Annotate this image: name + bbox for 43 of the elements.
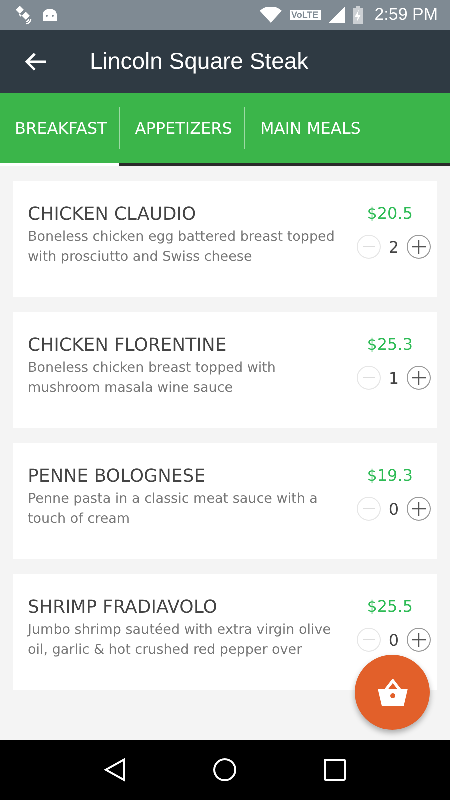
- category-tab[interactable]: MAIN MEALS: [245, 93, 373, 166]
- dish-price: $25.5: [367, 596, 413, 618]
- battery-icon: [352, 6, 363, 24]
- status-time: 2:59 PM: [374, 5, 438, 25]
- increase-button[interactable]: [407, 235, 431, 259]
- minus-icon: [363, 639, 375, 641]
- category-tab[interactable]: APPETIZERS: [120, 93, 244, 166]
- minus-icon: [363, 246, 375, 248]
- quantity-value: 2: [388, 238, 400, 256]
- dish-price: $19.3: [367, 465, 413, 487]
- dish-description: Jumbo shrimp sautéed with extra virgin olive oil, garlic & hot crushed red pepper over: [28, 621, 332, 660]
- quantity-value: 0: [388, 630, 400, 650]
- home-icon[interactable]: [212, 758, 237, 782]
- basket-icon: [376, 678, 408, 706]
- screen-title: Lincoln Square Steak: [90, 48, 309, 75]
- dish-description: Penne pasta in a classic meat sauce with a touch of cream: [28, 490, 319, 529]
- quantity-value: 0: [388, 500, 400, 518]
- back-arrow-icon[interactable]: [25, 52, 47, 72]
- android-icon: [42, 7, 58, 23]
- increase-button[interactable]: [407, 497, 431, 521]
- dish-description: Boneless chicken breast topped with mushroom masala wine sauce: [28, 359, 277, 398]
- back-icon[interactable]: [104, 758, 126, 782]
- plus-icon: [412, 633, 426, 647]
- minus-icon: [363, 377, 375, 379]
- increase-button[interactable]: [407, 628, 431, 652]
- recents-icon[interactable]: [324, 759, 346, 781]
- category-tab[interactable]: BREAKFAST: [0, 93, 120, 166]
- network-label: VoLTE: [290, 10, 321, 20]
- wifi-icon: [260, 7, 282, 23]
- signal-icon: [328, 7, 345, 23]
- dish-name: SHRIMP FRADIAVOLO: [28, 596, 218, 620]
- quantity-value: 1: [388, 368, 400, 388]
- dish-name: PENNE BOLOGNESE: [28, 465, 207, 489]
- plus-icon: [412, 371, 426, 385]
- dish-description: Boneless chicken egg battered breast topped with prosciutto and Swiss cheese: [28, 228, 336, 267]
- plus-icon: [412, 502, 426, 516]
- minus-icon: [363, 508, 375, 510]
- increase-button[interactable]: [407, 366, 431, 390]
- dish-name: CHICKEN CLAUDIO: [28, 203, 198, 227]
- plus-icon: [412, 240, 426, 254]
- dish-price: $20.5: [367, 203, 413, 225]
- dish-name: CHICKEN FLORENTINE: [28, 334, 228, 358]
- dish-price: $25.3: [367, 334, 413, 356]
